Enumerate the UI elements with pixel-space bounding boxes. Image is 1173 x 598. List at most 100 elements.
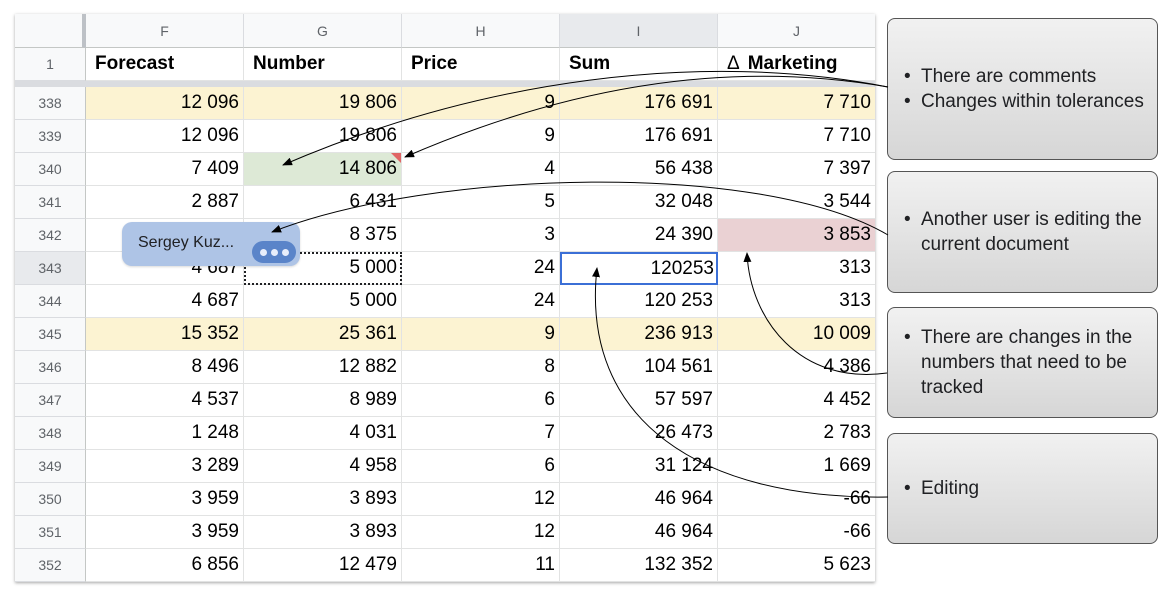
data-cell[interactable]: 4 031 bbox=[244, 417, 402, 450]
data-cell[interactable]: 9 bbox=[402, 87, 560, 120]
data-cell[interactable]: 24 bbox=[402, 252, 560, 285]
data-cell[interactable]: 5 bbox=[402, 186, 560, 219]
data-cell[interactable]: 46 964 bbox=[560, 483, 718, 516]
data-cell[interactable]: 4 537 bbox=[86, 384, 244, 417]
data-cell[interactable]: 19 806 bbox=[244, 120, 402, 153]
data-cell[interactable]: 6 431 bbox=[244, 186, 402, 219]
data-cell[interactable]: 31 124 bbox=[560, 450, 718, 483]
column-header-g[interactable]: G bbox=[244, 14, 402, 48]
spreadsheet-grid[interactable]: F G H I J 1 Forecast Number Price Sum Δ Marketing 33… bbox=[15, 14, 875, 582]
data-cell[interactable]: 12 096 bbox=[86, 120, 244, 153]
data-cell[interactable]: 9 bbox=[402, 318, 560, 351]
column-header-f[interactable]: F bbox=[86, 14, 244, 48]
data-cell[interactable]: 2 783 bbox=[718, 417, 875, 450]
more-options-icon[interactable] bbox=[252, 241, 296, 263]
data-cell[interactable]: 8 bbox=[402, 351, 560, 384]
row-header-349[interactable]: 349 bbox=[15, 450, 86, 483]
data-cell[interactable]: 3 289 bbox=[86, 450, 244, 483]
data-cell[interactable]: 12 bbox=[402, 483, 560, 516]
data-cell[interactable]: 6 856 bbox=[86, 549, 244, 582]
data-cell[interactable]: -66 bbox=[718, 516, 875, 549]
data-cell[interactable]: 7 710 bbox=[718, 120, 875, 153]
data-cell[interactable]: 4 452 bbox=[718, 384, 875, 417]
data-cell[interactable]: 4 687 bbox=[86, 285, 244, 318]
data-cell[interactable]: 104 561 bbox=[560, 351, 718, 384]
row-header-348[interactable]: 348 bbox=[15, 417, 86, 450]
header-cell-price[interactable]: Price bbox=[402, 48, 560, 81]
column-header-h[interactable]: H bbox=[402, 14, 560, 48]
data-cell[interactable]: 176 691 bbox=[560, 120, 718, 153]
data-cell[interactable]: 6 bbox=[402, 450, 560, 483]
data-cell[interactable]: 26 473 bbox=[560, 417, 718, 450]
data-cell[interactable]: 7 409 bbox=[86, 153, 244, 186]
data-cell[interactable]: 9 bbox=[402, 120, 560, 153]
data-cell[interactable]: 1 669 bbox=[718, 450, 875, 483]
data-cell[interactable]: 313 bbox=[718, 285, 875, 318]
header-cell-forecast[interactable]: Forecast bbox=[86, 48, 244, 81]
data-cell[interactable]: 132 352 bbox=[560, 549, 718, 582]
data-cell[interactable]: 12 096 bbox=[86, 87, 244, 120]
data-cell[interactable]: 5 000 bbox=[244, 285, 402, 318]
data-cell[interactable]: 7 397 bbox=[718, 153, 875, 186]
collaborator-chip[interactable]: Sergey Kuz... bbox=[122, 222, 300, 266]
column-header-j[interactable]: J bbox=[718, 14, 875, 48]
data-cell[interactable]: 1 248 bbox=[86, 417, 244, 450]
data-cell[interactable]: 19 806 bbox=[244, 87, 402, 120]
data-cell[interactable]: 4 958 bbox=[244, 450, 402, 483]
data-cell[interactable]: 8 989 bbox=[244, 384, 402, 417]
data-cell[interactable]: 2 887 bbox=[86, 186, 244, 219]
row-header-339[interactable]: 339 bbox=[15, 120, 86, 153]
column-header-i[interactable]: I bbox=[560, 14, 718, 48]
data-cell[interactable]: 5 623 bbox=[718, 549, 875, 582]
row-header-338[interactable]: 338 bbox=[15, 87, 86, 120]
data-cell[interactable]: -66 bbox=[718, 483, 875, 516]
data-cell[interactable]: 12 479 bbox=[244, 549, 402, 582]
row-header-350[interactable]: 350 bbox=[15, 483, 86, 516]
data-cell[interactable]: 4 bbox=[402, 153, 560, 186]
data-cell[interactable]: 57 597 bbox=[560, 384, 718, 417]
data-cell[interactable]: 3 959 bbox=[86, 483, 244, 516]
row-header-343[interactable]: 343 bbox=[15, 252, 86, 285]
data-cell[interactable]: 6 bbox=[402, 384, 560, 417]
row-header-351[interactable]: 351 bbox=[15, 516, 86, 549]
data-cell[interactable]: 7 710 bbox=[718, 87, 875, 120]
data-cell[interactable]: 10 009 bbox=[718, 318, 875, 351]
data-cell[interactable]: 11 bbox=[402, 549, 560, 582]
row-header-352[interactable]: 352 bbox=[15, 549, 86, 582]
data-cell[interactable]: 46 964 bbox=[560, 516, 718, 549]
data-cell[interactable]: 24 390 bbox=[560, 219, 718, 252]
data-cell[interactable]: 3 bbox=[402, 219, 560, 252]
select-all-corner[interactable] bbox=[15, 14, 86, 48]
row-header-1[interactable]: 1 bbox=[15, 48, 86, 81]
cell-edit-input[interactable]: 120253 bbox=[560, 252, 718, 285]
data-cell[interactable]: 14 806 bbox=[244, 153, 402, 186]
data-cell[interactable]: 176 691 bbox=[560, 87, 718, 120]
data-cell[interactable]: 8 496 bbox=[86, 351, 244, 384]
comment-marker-icon[interactable] bbox=[391, 153, 401, 163]
data-cell[interactable]: 7 bbox=[402, 417, 560, 450]
header-cell-number[interactable]: Number bbox=[244, 48, 402, 81]
header-cell-marketing[interactable]: Δ Marketing bbox=[718, 48, 875, 81]
data-cell[interactable]: 3 853 bbox=[718, 219, 875, 252]
data-cell[interactable]: 25 361 bbox=[244, 318, 402, 351]
header-cell-sum[interactable]: Sum bbox=[560, 48, 718, 81]
data-cell[interactable]: 313 bbox=[718, 252, 875, 285]
data-cell[interactable]: 12 bbox=[402, 516, 560, 549]
data-cell[interactable]: 24 bbox=[402, 285, 560, 318]
row-header-346[interactable]: 346 bbox=[15, 351, 86, 384]
data-cell[interactable]: 236 913 bbox=[560, 318, 718, 351]
row-header-342[interactable]: 342 bbox=[15, 219, 86, 252]
data-cell[interactable]: 3 544 bbox=[718, 186, 875, 219]
data-cell[interactable]: 3 959 bbox=[86, 516, 244, 549]
data-cell[interactable]: 3 893 bbox=[244, 483, 402, 516]
row-header-347[interactable]: 347 bbox=[15, 384, 86, 417]
data-cell[interactable]: 120 253 bbox=[560, 285, 718, 318]
data-cell[interactable]: 32 048 bbox=[560, 186, 718, 219]
data-cell[interactable]: 12 882 bbox=[244, 351, 402, 384]
data-cell[interactable]: 4 386 bbox=[718, 351, 875, 384]
row-header-341[interactable]: 341 bbox=[15, 186, 86, 219]
data-cell[interactable]: 3 893 bbox=[244, 516, 402, 549]
data-cell[interactable]: 15 352 bbox=[86, 318, 244, 351]
row-header-345[interactable]: 345 bbox=[15, 318, 86, 351]
data-cell[interactable]: 56 438 bbox=[560, 153, 718, 186]
